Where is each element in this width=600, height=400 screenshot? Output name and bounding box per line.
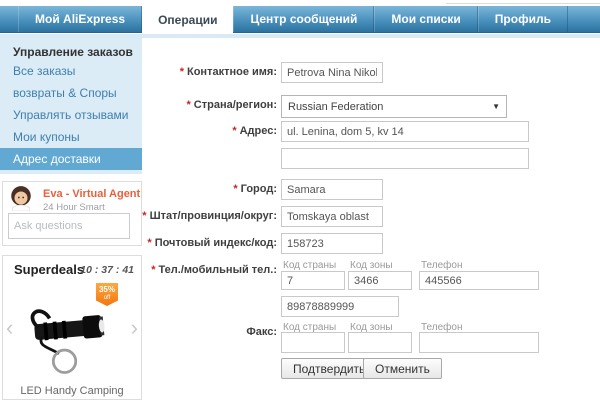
- phone-number-label: Телефон: [421, 260, 462, 271]
- country-select-value: Russian Federation: [288, 101, 383, 113]
- required-asterisk: *: [180, 66, 184, 78]
- product-image-flashlight[interactable]: [16, 294, 128, 380]
- tab-profile[interactable]: Профиль: [478, 6, 568, 32]
- cancel-button[interactable]: Отменить: [363, 358, 442, 379]
- address-label: *Адрес:: [142, 125, 277, 137]
- fax-number-input[interactable]: [419, 332, 539, 353]
- phone-area-code-input[interactable]: [348, 271, 412, 290]
- next-arrow-icon[interactable]: ›: [131, 318, 138, 338]
- sidebar-item-refunds-disputes[interactable]: возвраты & Споры: [0, 82, 142, 104]
- top-navigation-bar: Мой AliExpress Операции Центр сообщений …: [0, 6, 600, 33]
- contact-name-input[interactable]: [281, 62, 383, 83]
- required-asterisk: *: [233, 183, 237, 195]
- tab-message-center[interactable]: Центр сообщений: [233, 6, 374, 32]
- mobile-phone-input[interactable]: [281, 296, 399, 317]
- address-line2-input[interactable]: [281, 148, 529, 169]
- country-label: *Страна/регион:: [142, 99, 277, 111]
- ask-questions-input[interactable]: [8, 213, 130, 239]
- agent-name: Eva - Virtual Agent: [43, 188, 140, 200]
- tab-label: Операции: [158, 13, 217, 27]
- country-select[interactable]: Russian Federation ▼: [281, 95, 507, 118]
- virtual-agent-widget: Eva - Virtual Agent 24 Hour Smart Respon…: [2, 181, 142, 246]
- required-asterisk: *: [232, 125, 236, 137]
- required-asterisk: *: [151, 264, 155, 276]
- city-input[interactable]: [281, 179, 383, 200]
- superdeals-title: Superdeals: [14, 262, 84, 277]
- required-asterisk: *: [147, 237, 151, 249]
- province-input[interactable]: [281, 206, 383, 227]
- required-asterisk: *: [142, 210, 146, 222]
- fax-label: Факс:: [142, 326, 277, 338]
- top-divider: [446, 3, 600, 4]
- phone-country-code-input[interactable]: [281, 271, 345, 290]
- eva-avatar: [8, 185, 34, 211]
- tab-label: Мои списки: [391, 12, 460, 26]
- superdeals-widget: Superdeals 10 : 37 : 41 35% off ‹ › LED …: [2, 255, 142, 400]
- shipping-address-form: *Контактное имя: *Страна/регион: Russian…: [142, 38, 600, 400]
- postal-code-label: *Почтовый индекс/код:: [142, 237, 277, 249]
- phone-country-code-label: Код страны: [283, 260, 336, 271]
- phone-label: *Тел./мобильный тел.:: [142, 264, 277, 276]
- phone-number-input[interactable]: [419, 271, 539, 290]
- tab-operations[interactable]: Операции: [142, 6, 233, 33]
- sidebar-item-manage-feedback[interactable]: Управлять отзывами: [0, 104, 142, 126]
- prev-arrow-icon[interactable]: ‹: [6, 318, 13, 338]
- sidebar-item-all-orders[interactable]: Все заказы: [0, 60, 142, 82]
- sidebar-item-my-coupons[interactable]: Мои купоны: [0, 126, 142, 148]
- sidebar-menu-title: Управление заказов: [0, 44, 142, 60]
- dropdown-arrow-icon: ▼: [492, 102, 500, 111]
- phone-area-code-label: Код зоны: [350, 260, 393, 271]
- tab-label: Мой AliExpress: [35, 12, 125, 26]
- superdeals-countdown: 10 : 37 : 41: [80, 264, 134, 276]
- tab-my-lists[interactable]: Мои списки: [374, 6, 477, 32]
- address-line1-input[interactable]: [281, 121, 529, 142]
- fax-area-code-input[interactable]: [348, 332, 412, 353]
- sidebar-item-shipping-address[interactable]: Адрес доставки: [0, 148, 142, 170]
- postal-code-input[interactable]: [281, 233, 383, 254]
- sidebar-orders-menu: Управление заказов Все заказы возвраты &…: [0, 38, 142, 174]
- fax-country-code-input[interactable]: [281, 332, 345, 353]
- province-label: *Штат/провинция/округ:: [142, 210, 277, 222]
- required-asterisk: *: [187, 99, 191, 111]
- tab-my-aliexpress[interactable]: Мой AliExpress: [18, 6, 142, 32]
- contact-name-label: *Контактное имя:: [142, 66, 277, 78]
- product-name[interactable]: LED Handy Camping: [3, 385, 141, 397]
- tab-label: Профиль: [495, 12, 551, 26]
- city-label: *Город:: [142, 183, 277, 195]
- tab-label: Центр сообщений: [250, 12, 357, 26]
